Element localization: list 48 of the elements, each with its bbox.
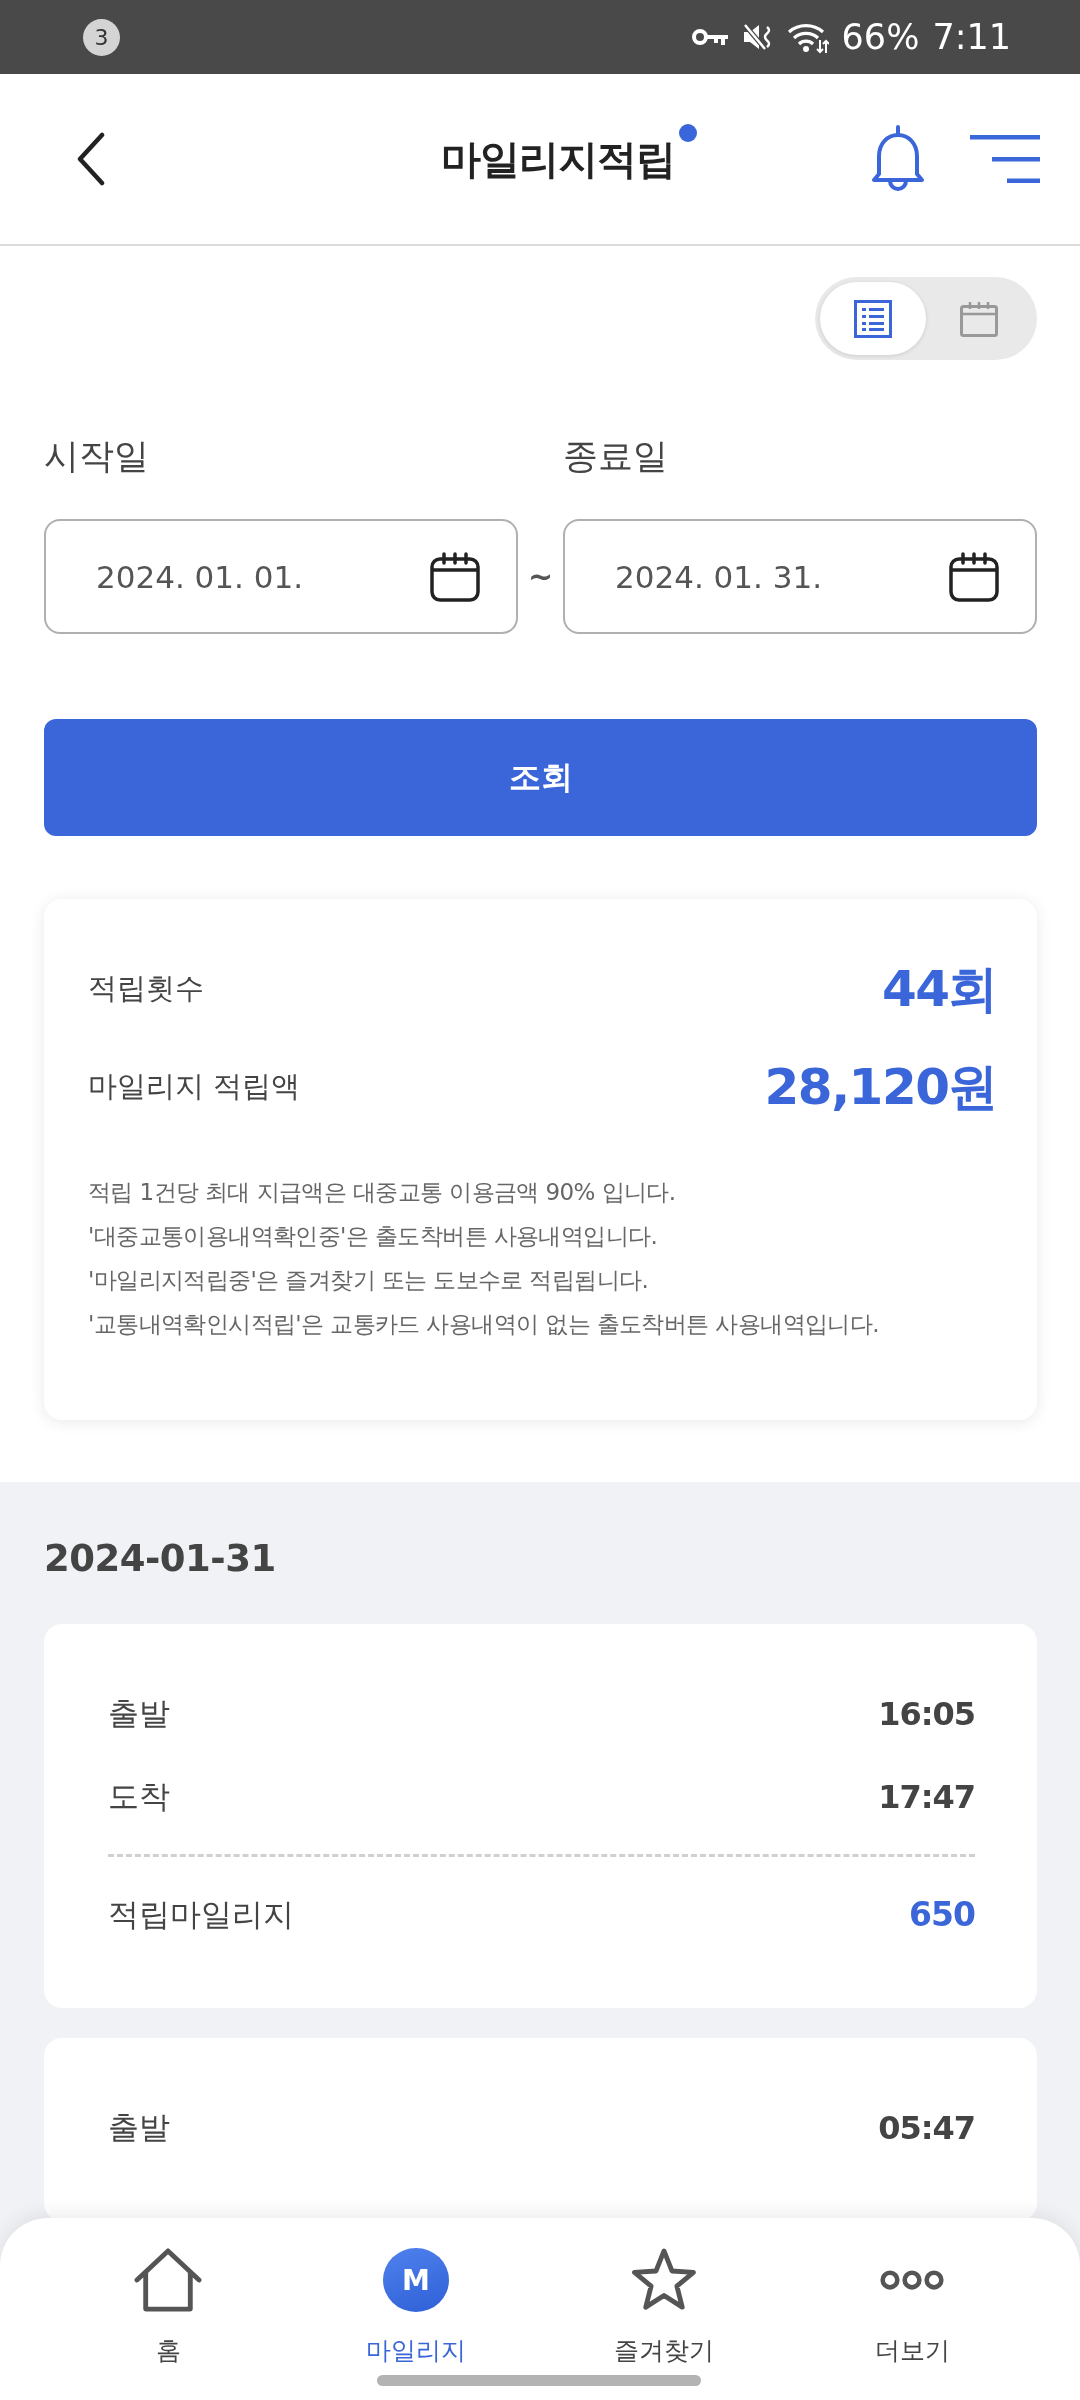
calendar-icon [960, 300, 998, 337]
info-note: '대중교통이용내역확인중'은 출도착버튼 사용내역입니다. [88, 1222, 659, 1251]
calendar-icon [949, 551, 999, 602]
page-title: 마일리지적립 [441, 135, 675, 182]
summary-value: 28,120원 [764, 1056, 997, 1118]
nav-tab[interactable]: 더보기 [874, 2218, 950, 2368]
end-date-field[interactable]: 2024. 01. 31. [563, 519, 1037, 634]
range-separator: ~ [527, 559, 554, 594]
nav-tab[interactable]: M 마일리지 [366, 2218, 466, 2368]
date-heading: 2024-01-31 [44, 1536, 277, 1582]
chevron-left-icon [76, 132, 106, 186]
star-icon [629, 2248, 699, 2312]
record-time: 17:47 [878, 1777, 975, 1816]
info-note: '마일리지적립중'은 즐겨찾기 또는 도보수로 적립됩니다. [88, 1266, 650, 1295]
list-icon [854, 299, 892, 338]
bell-icon [870, 124, 926, 194]
record-label: 출발 [108, 1693, 170, 1733]
key-icon [690, 27, 729, 47]
start-date-field[interactable]: 2024. 01. 01. [44, 519, 518, 634]
nav-tab[interactable]: 즐겨찾기 [614, 2218, 714, 2368]
mileage-value: 650 [909, 1895, 975, 1934]
info-note: '교통내역확인시적립'은 교통카드 사용내역이 없는 출도착버튼 사용내역입니다. [88, 1310, 880, 1339]
back-button[interactable] [76, 132, 106, 186]
notification-count-badge: 3 [83, 18, 120, 56]
clock-time: 7:11 [932, 17, 1011, 57]
start-date-label: 시작일 [44, 435, 149, 478]
letter-circle-icon: M [383, 2248, 449, 2312]
mileage-label: 적립마일리지 [108, 1894, 294, 1934]
search-button[interactable]: 조회 [44, 719, 1037, 836]
summary-label: 적립횟수 [88, 970, 204, 1007]
end-date-label: 종료일 [563, 435, 668, 478]
battery-percent: 66% [841, 17, 920, 57]
record-label: 도착 [108, 1776, 170, 1816]
summary-value: 44회 [881, 958, 997, 1020]
info-note: 적립 1건당 최대 지급액은 대중교통 이용금액 90% 입니다. [88, 1178, 677, 1207]
home-icon [133, 2248, 203, 2312]
notification-button[interactable] [870, 124, 926, 194]
record-time: 16:05 [878, 1694, 975, 1733]
more-icon [877, 2269, 947, 2291]
dot-icon [679, 123, 697, 142]
summary-label: 마일리지 적립액 [88, 1068, 301, 1105]
list-view-button[interactable] [820, 282, 926, 355]
calendar-icon [430, 551, 480, 602]
record-time: 05:47 [878, 2108, 975, 2147]
menu-icon [970, 135, 1040, 183]
record-label: 출발 [108, 2107, 170, 2147]
menu-button[interactable] [970, 135, 1040, 183]
nav-tab[interactable]: 홈 [133, 2218, 203, 2368]
